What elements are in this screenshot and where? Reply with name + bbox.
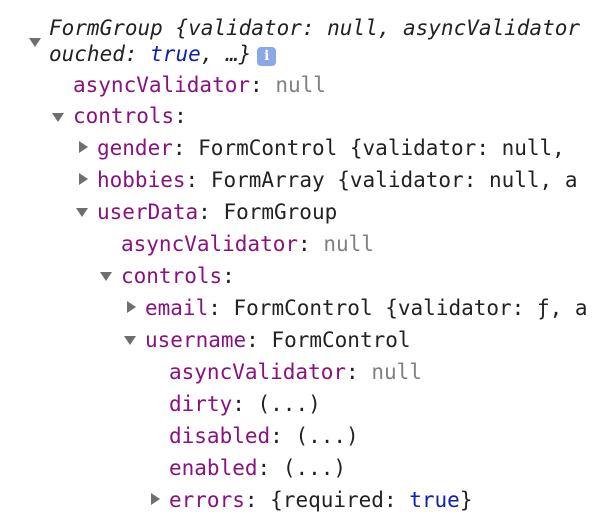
colon: :	[222, 264, 235, 288]
email-row[interactable]: email: FormControl {validator: ƒ, a	[145, 292, 588, 324]
colon: :	[185, 168, 211, 192]
root-summary-ellipsis: , …}	[200, 42, 252, 66]
colon: :	[250, 73, 276, 97]
property-key: controls	[121, 264, 223, 288]
property-key: gender	[97, 136, 173, 160]
errors-preview-value: true	[409, 488, 460, 512]
getter-value[interactable]: (...)	[258, 392, 321, 416]
userdata-row[interactable]: userData: FormGroup	[97, 196, 337, 228]
userdata-async-validator-row: asyncValidator: null	[121, 228, 374, 260]
property-key: controls	[73, 104, 175, 128]
email-expand-right-icon[interactable]	[127, 301, 136, 313]
getter-value[interactable]: (...)	[295, 424, 358, 448]
username-dirty-row[interactable]: dirty: (...)	[169, 388, 321, 420]
controls-row[interactable]: controls:	[73, 100, 187, 132]
type-name: FormControl	[198, 136, 338, 160]
userdata-expand-down-icon[interactable]	[76, 208, 88, 217]
hobbies-expand-right-icon[interactable]	[79, 173, 88, 185]
property-value-null: null	[371, 360, 422, 384]
root-summary-touched-value: true	[150, 42, 201, 66]
colon: :	[208, 296, 234, 320]
root-summary-line-2[interactable]: ouched: true, …} i	[49, 38, 277, 70]
colon: :	[244, 488, 271, 512]
type-name: FormControl	[233, 296, 373, 320]
root-async-validator-row: asyncValidator: null	[73, 69, 326, 101]
property-key: dirty	[169, 392, 233, 416]
property-key: username	[145, 328, 247, 352]
property-key: disabled	[169, 424, 271, 448]
colon: :	[172, 136, 199, 160]
colon: :	[346, 360, 372, 384]
colon: :	[232, 392, 258, 416]
property-value-null: null	[323, 232, 374, 256]
preview-text	[337, 136, 350, 160]
username-expand-down-icon[interactable]	[124, 336, 136, 345]
property-key: userData	[97, 200, 199, 224]
property-key: asyncValidator	[121, 232, 299, 256]
property-key: asyncValidator	[73, 73, 251, 97]
object-preview: {validator: null, a	[337, 168, 578, 192]
object-preview: {validator: null,	[349, 136, 565, 160]
root-expand-down-icon[interactable]	[29, 38, 41, 47]
colon: :	[198, 200, 224, 224]
root-summary-text: FormGroup {validator: null, asyncValidat…	[49, 16, 581, 40]
property-key: errors	[169, 488, 245, 512]
gender-expand-right-icon[interactable]	[79, 141, 88, 153]
colon: :	[246, 328, 272, 352]
colon: :	[174, 104, 187, 128]
username-enabled-row[interactable]: enabled: (...)	[169, 452, 346, 484]
colon: :	[298, 232, 324, 256]
username-errors-row[interactable]: errors: {required: true}	[169, 484, 472, 516]
username-async-validator-row: asyncValidator: null	[169, 356, 422, 388]
controls-expand-down-icon[interactable]	[52, 113, 64, 122]
preview-text	[373, 296, 386, 320]
username-row[interactable]: username: FormControl	[145, 324, 411, 356]
preview-text	[325, 168, 338, 192]
getter-value[interactable]: (...)	[283, 456, 346, 480]
hobbies-row[interactable]: hobbies: FormArray {validator: null, a	[97, 164, 577, 196]
property-key: asyncValidator	[169, 360, 347, 384]
userdata-controls-expand-down-icon[interactable]	[100, 272, 112, 281]
colon: :	[257, 456, 283, 480]
property-value-null: null	[275, 73, 326, 97]
property-key: email	[145, 296, 209, 320]
username-disabled-row[interactable]: disabled: (...)	[169, 420, 359, 452]
property-key: enabled	[169, 456, 258, 480]
userdata-controls-row[interactable]: controls:	[121, 260, 235, 292]
info-icon[interactable]: i	[257, 47, 277, 66]
object-preview: {validator: ƒ, a	[385, 296, 588, 320]
property-key: hobbies	[97, 168, 186, 192]
type-name: FormControl	[271, 328, 411, 352]
devtools-object-tree: FormGroup {validator: null, asyncValidat…	[0, 0, 594, 520]
type-name: FormGroup	[223, 200, 338, 224]
errors-expand-right-icon[interactable]	[151, 493, 160, 505]
errors-preview-open: {required:	[270, 488, 410, 512]
root-summary-touched-label: ouched:	[49, 42, 151, 66]
type-name: FormArray	[210, 168, 325, 192]
errors-preview-close: }	[459, 488, 473, 512]
gender-row[interactable]: gender: FormControl {validator: null,	[97, 132, 565, 164]
colon: :	[270, 424, 296, 448]
